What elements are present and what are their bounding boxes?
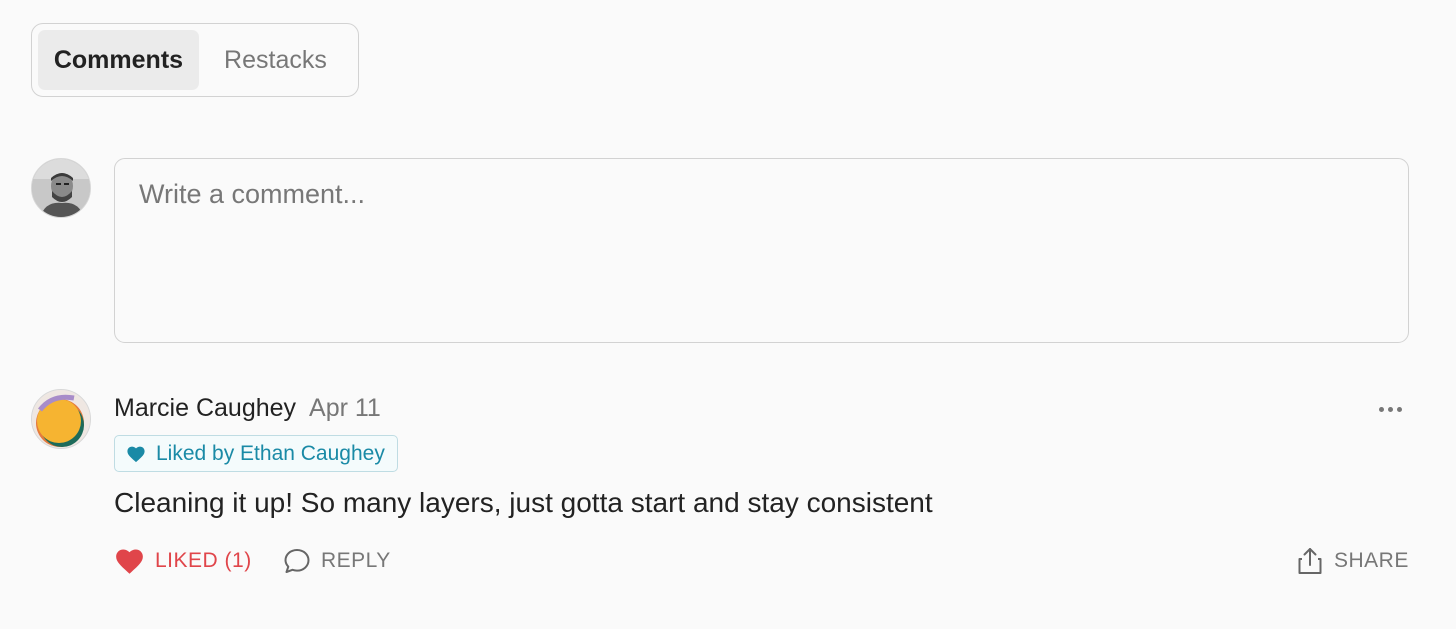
commenter-avatar[interactable]	[31, 389, 91, 449]
comment-header: Marcie Caughey Apr 11	[114, 394, 381, 423]
comments-restacks-tabs: Comments Restacks	[31, 23, 359, 97]
like-button[interactable]: LIKED (1)	[114, 544, 252, 578]
share-button[interactable]: SHARE	[1296, 544, 1409, 578]
reply-label: REPLY	[321, 549, 391, 572]
liked-by-badge: Liked by Ethan Caughey	[114, 435, 398, 472]
like-label: LIKED (1)	[155, 549, 252, 572]
tab-comments[interactable]: Comments	[38, 30, 199, 90]
more-dots-icon	[1378, 406, 1384, 412]
share-label: SHARE	[1334, 549, 1409, 572]
comment-date[interactable]: Apr 11	[309, 394, 381, 423]
comment-input[interactable]: Write a comment...	[114, 158, 1409, 343]
share-icon	[1298, 548, 1322, 574]
tab-restacks[interactable]: Restacks	[199, 30, 352, 90]
heart-icon	[116, 549, 143, 574]
comment-author[interactable]: Marcie Caughey	[114, 394, 296, 423]
liked-by-text: Liked by Ethan Caughey	[156, 441, 385, 465]
reply-button[interactable]: REPLY	[283, 544, 391, 578]
user-photo-icon	[32, 159, 90, 217]
current-user-avatar	[31, 158, 91, 218]
avatar-graphic-icon	[32, 390, 90, 448]
comment-body: Cleaning it up! So many layers, just got…	[114, 487, 933, 518]
speech-bubble-icon	[284, 549, 310, 573]
comments-section: Comments Restacks Write a comment... Mar…	[0, 0, 1456, 629]
heart-icon	[127, 446, 145, 462]
more-options-button[interactable]	[1374, 395, 1406, 423]
